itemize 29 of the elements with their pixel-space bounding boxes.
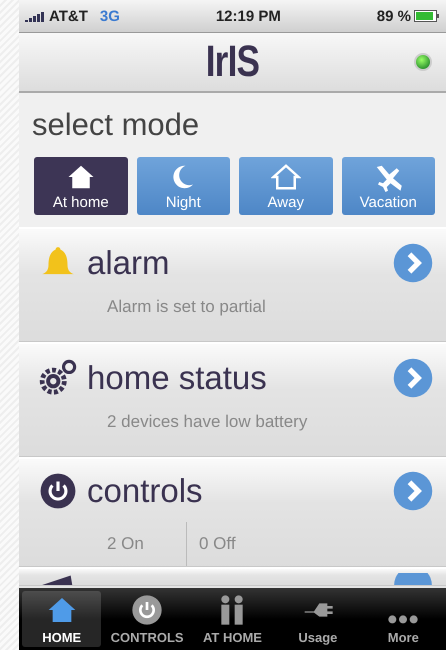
mode-button[interactable]: Away — [239, 157, 332, 215]
power-icon — [39, 472, 77, 510]
tab[interactable]: More — [364, 591, 443, 647]
gears-icon — [39, 359, 77, 397]
mode-button[interactable]: Night — [136, 157, 230, 215]
mode-button[interactable]: Vacation — [342, 157, 435, 215]
section-title: select mode — [32, 107, 200, 142]
clock-text: 12:19 PM — [216, 8, 281, 24]
logo: IrIS — [206, 37, 260, 87]
card-title: home status — [87, 359, 268, 397]
card-detail: Alarm is set to partial — [107, 297, 267, 317]
tab[interactable]: AT HOME — [192, 591, 272, 647]
network-text: 3G — [100, 8, 120, 24]
mode-button[interactable]: At home — [34, 157, 128, 215]
more-icon — [387, 613, 420, 626]
on-count: 2 On — [106, 534, 145, 554]
tab[interactable]: HOME — [22, 591, 102, 647]
carrier-text: AT&T — [49, 8, 88, 24]
signal-icon — [25, 10, 45, 22]
battery-icon — [414, 10, 440, 22]
tab[interactable]: Usage — [278, 591, 358, 647]
battery-text: 89 % — [376, 8, 411, 24]
power-icon — [131, 594, 164, 626]
card-title: alarm — [87, 244, 171, 282]
off-count: 0 Off — [186, 522, 236, 566]
card-detail: 2 devices have low battery — [107, 412, 308, 432]
house-icon — [270, 162, 301, 192]
tab[interactable]: CONTROLS — [107, 591, 187, 647]
card-title: controls — [87, 472, 204, 510]
